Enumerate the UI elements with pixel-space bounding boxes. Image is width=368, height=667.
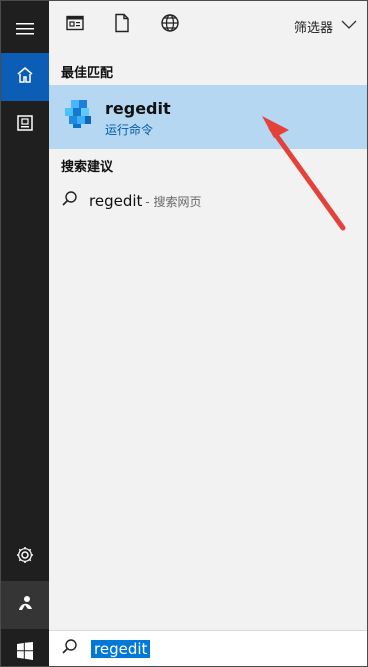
suggestion-suffix: - 搜索网页 [145, 194, 202, 209]
file-icon [114, 13, 130, 37]
web-filter-button[interactable] [158, 13, 182, 37]
windows-logo-icon [16, 642, 34, 664]
result-title: regedit [105, 99, 171, 118]
globe-icon [160, 13, 180, 37]
best-match-heading: 最佳匹配 [61, 66, 114, 81]
search-suggestions-heading: 搜索建议 [61, 160, 114, 175]
taskbar-search-box[interactable]: regedit [49, 630, 367, 666]
filter-label: 筛选器 [293, 20, 333, 36]
search-icon [61, 190, 79, 212]
filter-dropdown[interactable]: 筛选器 [294, 15, 357, 37]
home-icon [16, 66, 34, 88]
red-arrow-icon [254, 111, 354, 237]
search-scope-toolbar: 筛选器 [49, 1, 367, 51]
user-account-button[interactable] [1, 581, 49, 629]
start-search-panel: 筛选器 最佳匹配 regedit 运行命令 搜索建议 regedit - 搜索网… [0, 0, 368, 667]
apps-filter-button[interactable] [63, 13, 87, 37]
person-icon [15, 593, 35, 617]
left-navigation-rail [1, 1, 49, 666]
settings-button[interactable] [1, 533, 49, 581]
app-window-icon [66, 15, 84, 35]
start-button[interactable] [1, 629, 49, 666]
selected-search-text: regedit [91, 640, 151, 658]
home-button[interactable] [1, 53, 49, 101]
menu-button[interactable] [1, 6, 49, 54]
search-icon [61, 638, 79, 660]
document-icon [16, 114, 34, 136]
gear-icon [15, 545, 35, 569]
hamburger-icon [16, 21, 34, 40]
chevron-down-icon [341, 19, 357, 34]
search-results-area: 筛选器 最佳匹配 regedit 运行命令 搜索建议 regedit - 搜索网… [49, 1, 367, 666]
result-subtitle: 运行命令 [105, 123, 154, 137]
suggestion-query: regedit [89, 192, 143, 210]
documents-button[interactable] [1, 101, 49, 149]
documents-filter-button[interactable] [110, 13, 134, 37]
registry-cube-icon [63, 98, 95, 130]
